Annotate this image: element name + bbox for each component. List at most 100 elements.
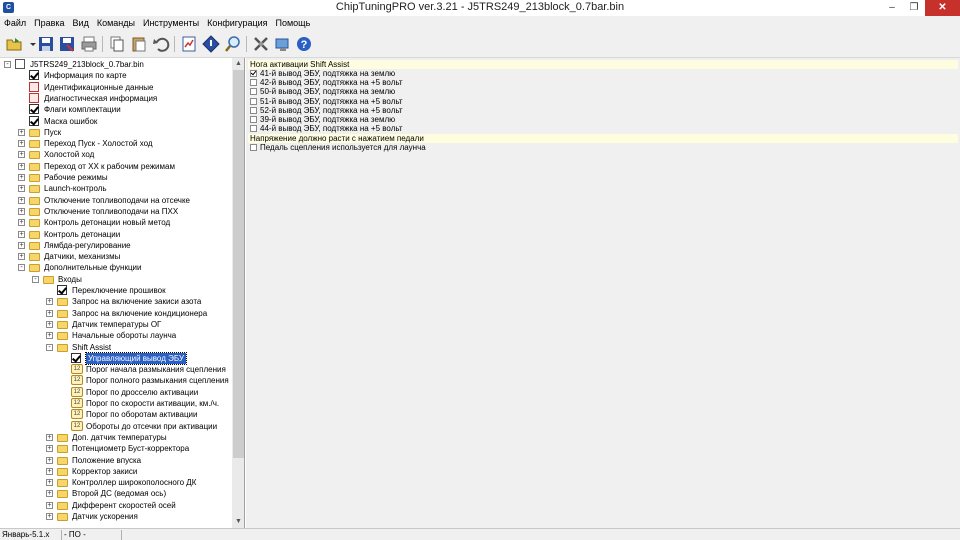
tree-row[interactable]: 12 Порог по оборотам активации [0,409,232,420]
tree-item-label[interactable]: Контроль детонации новый метод [44,217,170,228]
tree-row[interactable]: + Датчики, механизмы [0,251,232,262]
tree-item-label[interactable]: Положение впуска [72,455,141,466]
expand-icon[interactable]: + [46,320,53,328]
tree-view[interactable]: - J5TRS249_213block_0.7bar.bin Информация … [0,58,232,528]
tree-item-label[interactable]: Shift Assist [72,342,111,353]
tree-item-label[interactable]: Порог по дросселю активации [86,387,198,398]
expand-icon[interactable]: + [46,456,53,464]
tree-row[interactable]: Информация по карте [0,70,232,81]
pin-option[interactable]: 52-й вывод ЭБУ, подтяжка на +5 вольт [250,106,403,115]
copy-icon[interactable] [108,35,126,53]
menu-edit[interactable]: Правка [30,16,68,30]
tree-row[interactable]: + Переход от ХХ к рабочим режимам [0,161,232,172]
expand-icon[interactable]: + [46,513,53,520]
expand-icon[interactable]: + [18,230,25,238]
tree-item-label[interactable]: Холостой ход [44,149,94,160]
expand-icon[interactable]: + [18,140,25,148]
tree-row[interactable]: + Отключение топливоподачи на ПХХ [0,206,232,217]
tree-row[interactable]: Идентификационные данные [0,81,232,93]
expand-icon[interactable]: + [18,151,25,159]
paste-icon[interactable] [130,35,148,53]
tree-item-label-selected[interactable]: Управляющий вывод ЭБУ [85,351,187,365]
open-dropdown-icon[interactable] [24,35,36,53]
pin-option[interactable]: 39-й вывод ЭБУ, подтяжка на землю [250,115,395,124]
tree-item-label[interactable]: Отключение топливоподачи на отсечке [44,195,190,206]
tree-item-label[interactable]: Launch-контроль [44,183,107,194]
expand-icon[interactable]: + [46,501,53,509]
collapse-icon[interactable]: - [4,61,11,68]
expand-icon[interactable]: + [18,241,25,249]
tree-row[interactable]: + Launch-контроль [0,183,232,194]
tree-item-label[interactable]: Дифферент скоростей осей [72,500,176,511]
tree-item-label[interactable]: Отключение топливоподачи на ПХХ [44,206,178,217]
close-button[interactable]: ✕ [925,0,960,16]
undo-icon[interactable] [152,35,170,53]
tree-item-label[interactable]: Переключение прошивок [72,285,166,296]
tree-item-label[interactable]: Корректор закиси [72,466,137,477]
tree-item-label[interactable]: Диагностическая информация [44,93,157,104]
expand-icon[interactable]: + [46,309,53,317]
tree-row[interactable]: + Контроль детонации новый метод [0,217,232,228]
tree-row[interactable]: + Контроллер широкополосного ДК [0,477,232,488]
tree-item-label[interactable]: Порог начала размыкания сцепления [86,364,226,375]
tree-item-label[interactable]: Входы [58,274,82,285]
pin-option[interactable]: 41-й вывод ЭБУ, подтяжка на землю [250,69,395,78]
diamond-icon[interactable] [202,35,220,53]
expand-icon[interactable]: + [46,467,53,475]
tree-row[interactable]: + Второй ДС (ведомая ось) [0,488,232,499]
tree-item-label[interactable]: Доп. датчик температуры [72,432,167,443]
expand-icon[interactable]: + [46,479,53,487]
tree-row[interactable]: Флаги комплектации [0,104,232,115]
collapse-icon[interactable]: - [32,275,39,283]
menu-help[interactable]: Помощь [272,16,315,30]
tree-item-label[interactable]: Информация по карте [44,70,127,81]
minimize-button[interactable]: – [881,0,903,16]
tree-row[interactable]: Диагностическая информация [0,92,232,104]
expand-icon[interactable]: + [18,196,25,204]
tree-row[interactable]: + Начальные обороты лаунча [0,330,232,341]
tree-item-label[interactable]: Лямбда-регулирование [44,240,131,251]
tree-scrollbar[interactable]: ▲ ▼ [232,58,244,528]
print-icon[interactable] [80,35,98,53]
tree-row[interactable]: Переключение прошивок [0,285,232,296]
expand-icon[interactable]: + [18,219,25,227]
pin-option-checkbox[interactable] [250,97,257,105]
save-icon[interactable] [37,35,55,53]
pedal-option[interactable]: Педаль сцепления используется для лаунча [250,143,426,152]
tree-row[interactable]: + Датчик ускорения [0,511,232,522]
tree-item-label[interactable]: Переход от ХХ к рабочим режимам [44,161,175,172]
tree-item-label[interactable]: Пуск [44,127,61,138]
compare-icon[interactable] [180,35,198,53]
tree-item-label[interactable]: Датчики, механизмы [44,251,120,262]
tree-item-label[interactable]: Датчик температуры ОГ [72,319,161,330]
tree-row[interactable]: + Запрос на включение закиси азота [0,296,232,307]
expand-icon[interactable]: + [18,128,25,136]
menu-configuration[interactable]: Конфигурация [203,16,271,30]
tree-item-label[interactable]: Дополнительные функции [44,262,141,273]
tree-row[interactable]: 12 Порог начала размыкания сцепления [0,364,232,375]
tree-row[interactable]: + Запрос на включение кондиционера [0,308,232,319]
tree-item-label[interactable]: Контроль детонации [44,229,120,240]
tree-row[interactable]: - Shift Assist [0,342,232,353]
pin-option[interactable]: 44-й вывод ЭБУ, подтяжка на +5 вольт [250,124,403,133]
tree-item-label[interactable]: Запрос на включение закиси азота [72,296,201,307]
tree-item-label[interactable]: Рабочие режимы [44,172,108,183]
tree-item-label[interactable]: Датчик ускорения [72,511,138,522]
tree-row[interactable]: + Датчик температуры ОГ [0,319,232,330]
tree-item-label[interactable]: Флаги комплектации [44,104,121,115]
tree-row[interactable]: + Лямбда-регулирование [0,240,232,251]
tree-row[interactable]: - J5TRS249_213block_0.7bar.bin [0,59,232,70]
menu-commands[interactable]: Команды [93,16,139,30]
save-as-icon[interactable] [58,35,76,53]
tree-item-label[interactable]: Идентификационные данные [44,82,154,93]
tree-item-label[interactable]: Начальные обороты лаунча [72,330,176,341]
tree-row[interactable]: + Контроль детонации [0,229,232,240]
scroll-thumb[interactable] [233,70,244,458]
scroll-down-icon[interactable]: ▼ [232,516,244,528]
search-icon[interactable] [224,35,242,53]
menu-view[interactable]: Вид [69,16,93,30]
tree-item-label[interactable]: Контроллер широкополосного ДК [72,477,196,488]
collapse-icon[interactable]: - [46,343,53,351]
pin-option[interactable]: 51-й вывод ЭБУ, подтяжка на +5 вольт [250,97,403,106]
tree-row[interactable]: + Положение впуска [0,455,232,466]
